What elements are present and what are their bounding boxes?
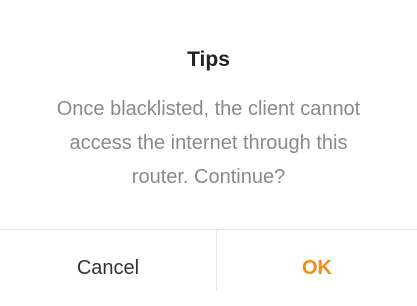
cancel-button[interactable]: Cancel: [0, 230, 216, 291]
dialog-message-line: access the internet through this: [69, 132, 348, 154]
dialog-title: Tips: [187, 48, 230, 71]
ok-button[interactable]: OK: [217, 230, 417, 291]
confirm-dialog: Tips Once blacklisted, the client cannot…: [0, 0, 417, 291]
dialog-message-line: router. Continue?: [131, 166, 286, 188]
dialog-body: Tips Once blacklisted, the client cannot…: [0, 0, 417, 229]
dialog-message-line: Once blacklisted, the client cannot: [56, 98, 361, 120]
dialog-message: Once blacklisted, the client cannot acce…: [32, 92, 385, 194]
